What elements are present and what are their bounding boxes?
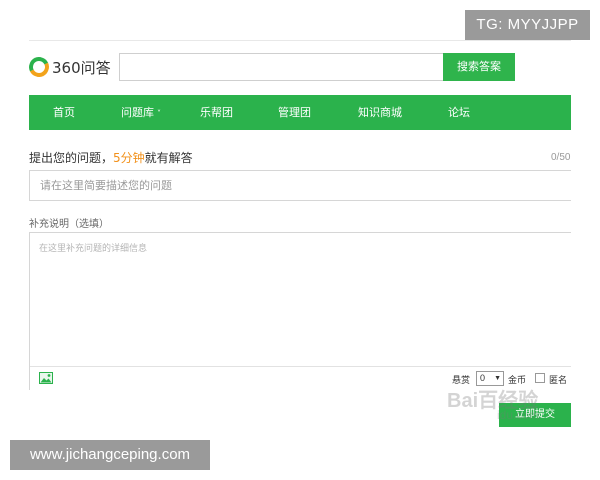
question-input[interactable] [29,170,571,201]
search-button[interactable]: 搜索答案 [443,53,515,81]
nav-item-forum[interactable]: 论坛 [448,95,470,130]
reward-value: 0 [480,373,486,383]
char-counter: 0/50 [551,152,571,163]
page: TG: MYYJJPP 360问答 搜索答案 首页 问题库 ˅ 乐帮团 管理团 知… [0,0,600,480]
image-icon[interactable] [39,372,53,384]
top-divider [29,40,571,41]
ask-title: 提出您的问题，5分钟就有解答 [29,149,193,166]
ask-title-highlight: 5分钟 [113,151,145,165]
detail-editor: 悬赏 0▼ 金币 匿名 [29,232,571,390]
logo-text: 360问答 [52,58,111,77]
ask-title-prefix: 提出您的问题， [29,151,114,165]
nav-item-home[interactable]: 首页 [53,95,75,130]
site-logo[interactable]: 360问答 [26,54,111,80]
search-input[interactable] [119,53,443,81]
submit-button[interactable]: 立即提交 [499,403,571,427]
ask-title-suffix: 就有解答 [144,151,193,165]
anonymous-label: 匿名 [549,376,568,386]
select-caret-icon: ▼ [494,375,501,382]
tg-overlay-badge: TG: MYYJJPP [465,10,590,40]
nav-item-admin-team[interactable]: 管理团 [278,95,311,130]
nav-item-label: 问题库 [121,106,154,119]
reward-select[interactable]: 0 ▼ [476,371,504,386]
detail-textarea[interactable] [30,233,571,366]
reward-label: 悬赏 [452,376,471,386]
logo-ring-icon [26,54,52,80]
nav-item-question-library[interactable]: 问题库 ˅ [121,95,161,130]
main-nav: 首页 问题库 ˅ 乐帮团 管理团 知识商城 论坛 [29,95,571,130]
nav-item-knowledge-mall[interactable]: 知识商城 [358,95,402,130]
coin-label: 金币 [508,376,527,386]
nav-item-help-team[interactable]: 乐帮团 [200,95,233,130]
anonymous-checkbox[interactable] [535,373,545,383]
chevron-down-icon: ˅ [157,109,161,118]
supplement-label: 补充说明（选填） [29,219,109,230]
editor-toolbar: 悬赏 0 ▼ 金币 匿名 [30,366,571,390]
site-overlay-badge: www.jichangceping.com [10,440,210,470]
